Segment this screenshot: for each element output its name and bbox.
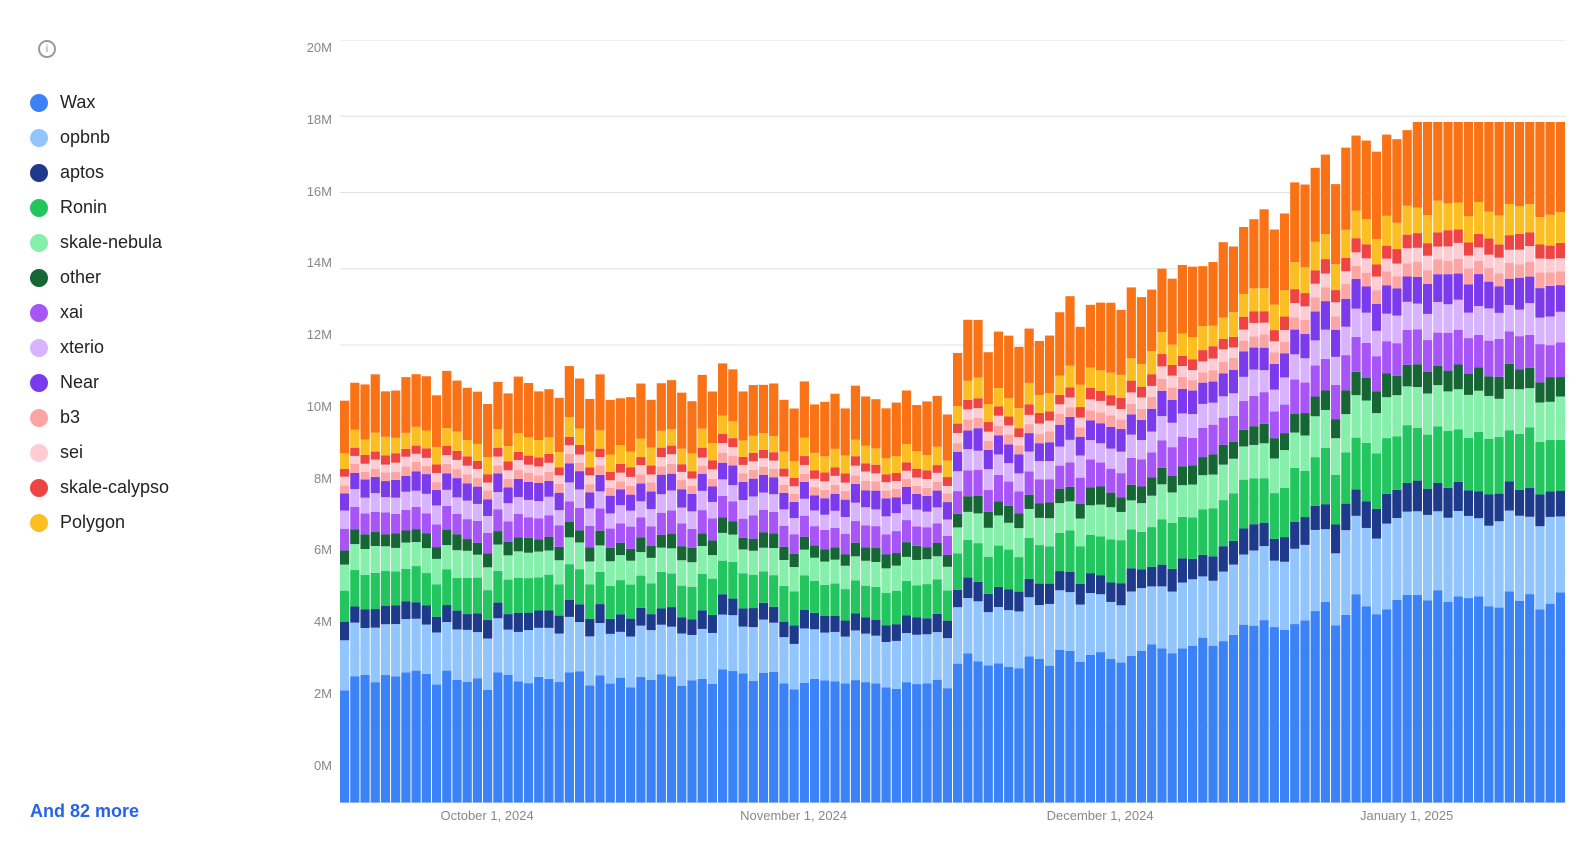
legend-label-other: other [60,267,101,288]
y-axis-label: 14M [307,255,332,270]
legend-label-aptos: aptos [60,162,104,183]
legend-label-ronin: Ronin [60,197,107,218]
y-axis-label: 0M [314,758,332,773]
info-icon[interactable]: i [38,40,56,58]
legend-dot-b3 [30,409,48,427]
legend-item-b3[interactable]: b3 [30,401,270,434]
legend-dot-opbnb [30,129,48,147]
chart-wrapper: 20M 18M 16M 14M 12M 10M 8M 6M 4M 2M 0M [290,40,1566,803]
x-axis-label: January 1, 2025 [1360,808,1453,823]
legend-item-xai[interactable]: xai [30,296,270,329]
legend-label-sei: sei [60,442,83,463]
legend-list: Wax opbnb aptos Ronin skale-nebula other… [30,86,270,785]
y-axis-label: 4M [314,614,332,629]
legend-dot-near [30,374,48,392]
legend-item-skale-nebula[interactable]: skale-nebula [30,226,270,259]
y-axis-label: 8M [314,471,332,486]
legend-dot-ronin [30,199,48,217]
y-axis-label: 6M [314,542,332,557]
x-axis: October 1, 2024 November 1, 2024 December … [340,803,1566,828]
legend-dot-skale-calypso [30,479,48,497]
legend-item-xterio[interactable]: xterio [30,331,270,364]
legend-item-polygon[interactable]: Polygon [30,506,270,539]
x-axis-label: October 1, 2024 [440,808,533,823]
legend-label-xterio: xterio [60,337,104,358]
and-more-link[interactable]: And 82 more [30,795,270,828]
legend-label-skale-calypso: skale-calypso [60,477,169,498]
sidebar: i Wax opbnb aptos Ronin skale-nebula oth… [0,0,290,848]
legend-label-wax: Wax [60,92,95,113]
legend-label-opbnb: opbnb [60,127,110,148]
legend-dot-polygon [30,514,48,532]
x-axis-label: November 1, 2024 [740,808,847,823]
y-axis-label: 2M [314,686,332,701]
legend-dot-other [30,269,48,287]
y-axis-label: 16M [307,184,332,199]
legend-dot-xterio [30,339,48,357]
legend-label-xai: xai [60,302,83,323]
legend-label-polygon: Polygon [60,512,125,533]
y-axis-label: 20M [307,40,332,55]
y-axis: 20M 18M 16M 14M 12M 10M 8M 6M 4M 2M 0M [290,40,340,803]
legend-label-skale-nebula: skale-nebula [60,232,162,253]
legend-dot-aptos [30,164,48,182]
legend-item-aptos[interactable]: aptos [30,156,270,189]
legend-item-near[interactable]: Near [30,366,270,399]
chart-svg [340,40,1566,803]
chart-area: 20M 18M 16M 14M 12M 10M 8M 6M 4M 2M 0M October 1, … [290,0,1586,848]
x-axis-label: December 1, 2024 [1047,808,1154,823]
y-axis-label: 12M [307,327,332,342]
chart-inner [340,40,1566,803]
chart-title-row: i [30,40,270,58]
legend-dot-skale-nebula [30,234,48,252]
y-axis-label: 18M [307,112,332,127]
legend-item-wax[interactable]: Wax [30,86,270,119]
legend-item-ronin[interactable]: Ronin [30,191,270,224]
legend-item-opbnb[interactable]: opbnb [30,121,270,154]
legend-label-near: Near [60,372,99,393]
legend-dot-wax [30,94,48,112]
legend-item-other[interactable]: other [30,261,270,294]
legend-label-b3: b3 [60,407,80,428]
legend-item-skale-calypso[interactable]: skale-calypso [30,471,270,504]
legend-item-sei[interactable]: sei [30,436,270,469]
legend-dot-sei [30,444,48,462]
y-axis-label: 10M [307,399,332,414]
legend-dot-xai [30,304,48,322]
